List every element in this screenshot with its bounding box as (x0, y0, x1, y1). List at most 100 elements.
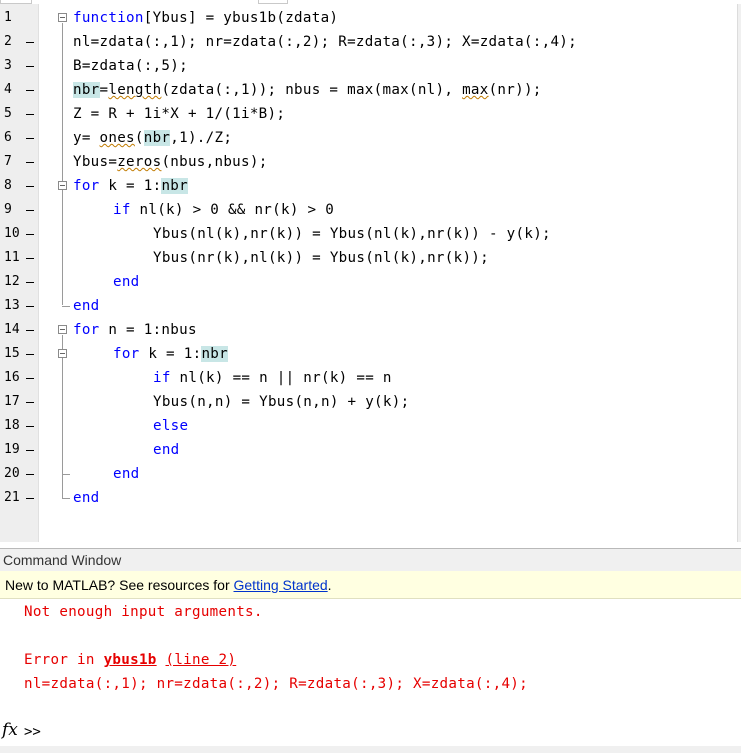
fold-collapse-icon[interactable] (58, 181, 67, 190)
code-line-21[interactable]: end (73, 486, 100, 510)
line-number: 1 (4, 10, 12, 25)
error-prefix: Error in (24, 652, 104, 668)
error-function-link[interactable]: ybus1b (104, 652, 157, 668)
code-line-17[interactable]: Ybus(n,n) = Ybus(n,n) + y(k); (153, 390, 409, 414)
breakpoint-marker[interactable] (26, 210, 34, 211)
fold-guide-end (62, 474, 70, 475)
code-line-6[interactable]: y= ones(nbr,1)./Z; (73, 126, 232, 150)
line-number: 3 (4, 58, 12, 73)
status-bar (0, 746, 741, 753)
breakpoint-marker[interactable] (26, 186, 34, 187)
keyword: end (153, 442, 180, 458)
breakpoint-marker[interactable] (26, 42, 34, 43)
code-line-4[interactable]: nbr=length(zdata(:,1)); nbus = max(max(n… (73, 78, 542, 102)
code-line-9[interactable]: if nl(k) > 0 && nr(k) > 0 (113, 198, 334, 222)
code-text: Ybus(nl(k),nr(k)) = Ybus(nl(k),nr(k)) - … (153, 226, 551, 242)
breakpoint-marker[interactable] (26, 306, 34, 307)
breakpoint-marker[interactable] (26, 234, 34, 235)
code-text: nl=zdata(:,1); nr=zdata(:,2); R=zdata(:,… (73, 34, 577, 50)
code-line-5[interactable]: Z = R + 1i*X + 1/(1i*B); (73, 102, 285, 126)
code-line-15[interactable]: for k = 1:nbr (113, 342, 228, 366)
fold-guide-end (62, 306, 70, 307)
line-number: 4 (4, 82, 12, 97)
keyword: for (73, 322, 100, 338)
code-text: Ybus= (73, 154, 118, 170)
breakpoint-marker[interactable] (26, 474, 34, 475)
editor-pane[interactable]: 1 2 3 4 5 6 7 8 9 10 11 12 13 14 15 16 1… (0, 0, 741, 542)
code-text: [Ybus] = ybus1b(zdata) (143, 10, 339, 26)
code-line-12[interactable]: end (113, 270, 140, 294)
vertical-scrollbar[interactable] (737, 4, 741, 542)
warning-squiggle: length (108, 82, 162, 98)
keyword: end (113, 274, 140, 290)
code-line-13[interactable]: end (73, 294, 100, 318)
code-text: Ybus(n,n) = Ybus(n,n) + y(k); (153, 394, 410, 410)
code-text: ,1)./Z; (170, 130, 233, 146)
command-window-titlebar[interactable]: Command Window (0, 548, 741, 572)
variable-highlight: nbr (161, 178, 188, 194)
keyword: end (73, 298, 100, 314)
breakpoint-marker[interactable] (26, 162, 34, 163)
line-number: 5 (4, 106, 12, 121)
code-line-10[interactable]: Ybus(nl(k),nr(k)) = Ybus(nl(k),nr(k)) - … (153, 222, 551, 246)
code-line-16[interactable]: if nl(k) == n || nr(k) == n (153, 366, 392, 390)
breakpoint-marker[interactable] (26, 354, 34, 355)
keyword: end (73, 490, 100, 506)
command-prompt[interactable]: >> (24, 724, 41, 740)
breakpoint-marker[interactable] (26, 402, 34, 403)
line-number: 9 (4, 202, 12, 217)
code-line-2[interactable]: nl=zdata(:,1); nr=zdata(:,2); R=zdata(:,… (73, 30, 577, 54)
getting-started-link[interactable]: Getting Started (234, 577, 328, 593)
breakpoint-marker[interactable] (26, 330, 34, 331)
fold-guide-line (62, 359, 63, 474)
code-line-8[interactable]: for k = 1:nbr (73, 174, 188, 198)
getting-started-banner: New to MATLAB? See resources for Getting… (0, 571, 741, 599)
code-text: (zdata(:,1)); nbus = max(max(nl), (161, 82, 463, 98)
breakpoint-marker[interactable] (26, 138, 34, 139)
breakpoint-marker[interactable] (26, 282, 34, 283)
code-line-11[interactable]: Ybus(nr(k),nl(k)) = Ybus(nl(k),nr(k)); (153, 246, 489, 270)
fold-collapse-icon[interactable] (58, 325, 67, 334)
breakpoint-marker[interactable] (26, 258, 34, 259)
code-line-19[interactable]: end (153, 438, 180, 462)
line-number: 12 (4, 274, 20, 289)
code-text: k = 1: (139, 346, 202, 362)
line-number: 18 (4, 418, 20, 433)
breakpoint-marker[interactable] (26, 498, 34, 499)
line-number: 8 (4, 178, 12, 193)
fx-function-browser-icon[interactable]: fx (2, 720, 18, 740)
breakpoint-marker[interactable] (26, 378, 34, 379)
code-text: Ybus(nr(k),nl(k)) = Ybus(nl(k),nr(k)); (153, 250, 489, 266)
code-text: (nr)); (488, 82, 542, 98)
warning-squiggle: ones (99, 130, 135, 146)
code-text: (nbus,nbus); (161, 154, 268, 170)
code-line-7[interactable]: Ybus=zeros(nbus,nbus); (73, 150, 268, 174)
breakpoint-marker[interactable] (26, 90, 34, 91)
code-text: B=zdata(:,5); (73, 58, 188, 74)
fold-collapse-icon[interactable] (58, 13, 67, 22)
error-code-line: nl=zdata(:,1); nr=zdata(:,2); R=zdata(:,… (24, 676, 528, 692)
variable-highlight: nbr (201, 346, 228, 362)
keyword: if (113, 202, 131, 218)
keyword: for (113, 346, 140, 362)
line-number: 15 (4, 346, 20, 361)
line-number: 2 (4, 34, 12, 49)
code-line-1[interactable]: function[Ybus] = ybus1b(zdata) (73, 6, 338, 30)
breakpoint-marker[interactable] (26, 114, 34, 115)
code-line-20[interactable]: end (113, 462, 140, 486)
keyword: if (153, 370, 171, 386)
code-line-3[interactable]: B=zdata(:,5); (73, 54, 188, 78)
keyword: function (73, 10, 144, 26)
breakpoint-marker[interactable] (26, 426, 34, 427)
code-line-18[interactable]: else (153, 414, 188, 438)
breakpoint-marker[interactable] (26, 450, 34, 451)
tab-edge-mid (258, 0, 288, 4)
code-text: Z = R + 1i*X + 1/(1i*B); (73, 106, 286, 122)
line-number: 10 (4, 226, 20, 241)
code-text: ( (134, 130, 144, 146)
fold-collapse-icon[interactable] (58, 349, 67, 358)
code-line-14[interactable]: for n = 1:nbus (73, 318, 197, 342)
breakpoint-marker[interactable] (26, 66, 34, 67)
line-number: 21 (4, 490, 20, 505)
error-line-link[interactable]: (line 2) (165, 652, 236, 668)
